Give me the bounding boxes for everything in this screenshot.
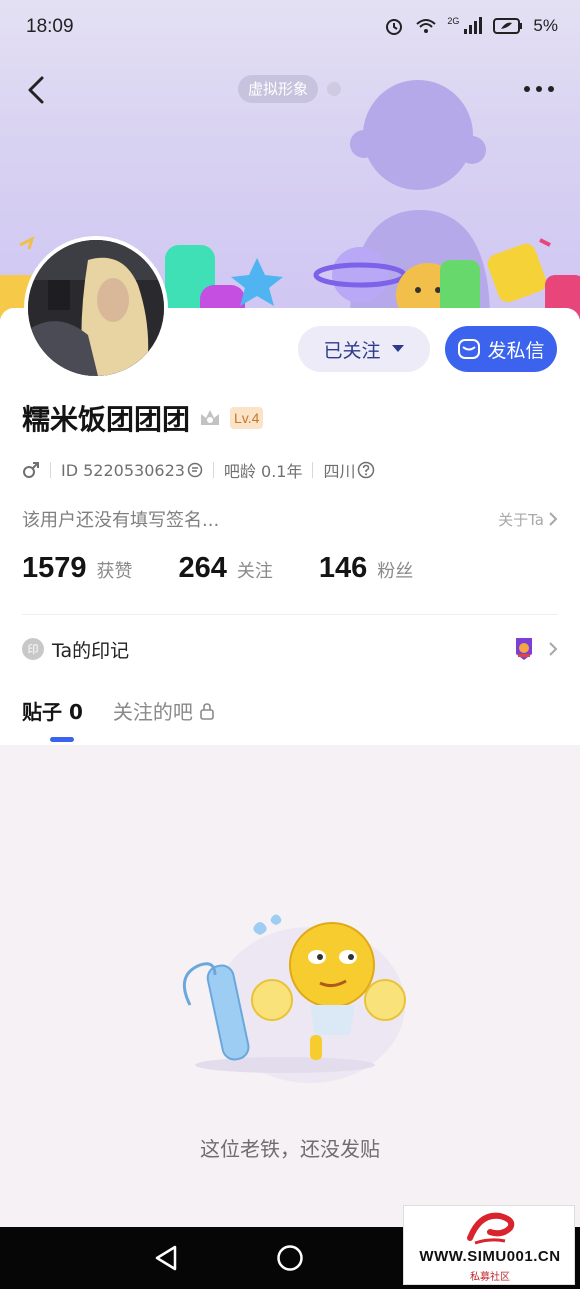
stat-likes[interactable]: 1579 获赞: [22, 552, 133, 585]
chevron-right-icon: [549, 642, 558, 656]
virtual-avatar-tag[interactable]: 虚拟形象: [238, 75, 319, 103]
stat-label: 获赞: [96, 561, 133, 582]
stat-label: 关注: [236, 561, 273, 582]
back-arrow-icon[interactable]: [22, 72, 54, 108]
username: 糯米饭团团团: [22, 403, 191, 436]
meta-divider: [212, 462, 214, 478]
watermark-url: WWW.SIMU001.CN: [419, 1248, 561, 1265]
caret-down-icon: [391, 345, 404, 352]
stat-value: 264: [178, 552, 227, 584]
user-location: 四川: [323, 462, 356, 481]
send-message-label: 发私信: [487, 339, 545, 362]
wifi-icon: [416, 19, 437, 33]
status-time: 18:09: [26, 16, 74, 37]
copy-id-icon[interactable]: [187, 462, 203, 478]
meta-divider: [312, 462, 314, 478]
about-link[interactable]: 关于Ta: [498, 509, 558, 530]
more-options-icon[interactable]: [522, 78, 556, 100]
message-icon: [458, 339, 481, 359]
content-tabs: 贴子 0 关注的吧: [22, 696, 215, 725]
stat-followers[interactable]: 146 粉丝: [319, 552, 413, 585]
signature-text: 该用户还没有填写签名...: [22, 510, 220, 531]
chevron-right-icon: [549, 512, 558, 526]
avatar-photo: [28, 240, 164, 376]
imprint-row[interactable]: 印 Ta的印记: [22, 632, 558, 666]
followed-label: 已关注: [323, 339, 381, 362]
imprint-title: Ta的印记: [52, 639, 130, 662]
signature-row: 该用户还没有填写签名... 关于Ta: [22, 506, 558, 532]
crown-badge-icon[interactable]: [198, 407, 222, 429]
empty-state-text: 这位老铁，还没发贴: [200, 1137, 380, 1161]
battery-level: 5%: [533, 16, 558, 35]
stat-label: 粉丝: [377, 561, 414, 582]
level-badge[interactable]: Lv.4: [230, 407, 264, 429]
alarm-icon: [386, 19, 403, 35]
imprint-icon: 印: [22, 638, 44, 660]
empty-state-illustration: [182, 914, 406, 1083]
followed-button[interactable]: 已关注: [298, 326, 430, 372]
nav-back-icon[interactable]: [153, 1244, 179, 1272]
tab-posts[interactable]: 贴子 0: [22, 696, 83, 725]
male-gender-icon: [23, 462, 39, 478]
help-icon[interactable]: [357, 461, 375, 479]
meta-divider: [50, 462, 51, 478]
avatar[interactable]: [24, 236, 168, 380]
stat-value: 1579: [22, 552, 87, 584]
virtual-avatar-dot: [327, 82, 341, 96]
watermark-logo: WWW.SIMU001.CN 私募社区: [403, 1205, 575, 1285]
account-age: 吧龄 0.1年: [223, 462, 303, 481]
username-row: 糯米饭团团团 Lv.4: [22, 398, 264, 438]
status-bar: 18:09 2G 5%: [0, 0, 580, 56]
tab-followed-bars-label: 关注的吧: [112, 700, 193, 724]
nav-home-icon[interactable]: [276, 1244, 304, 1272]
imprint-medal-icon: [516, 638, 532, 660]
battery-icon: [493, 18, 523, 34]
stat-following[interactable]: 264 关注: [179, 552, 273, 585]
active-tab-indicator: [50, 737, 74, 742]
user-id: ID 5220530623: [61, 460, 185, 480]
watermark-subtitle: 私募社区: [470, 1272, 510, 1283]
tab-followed-bars[interactable]: 关注的吧: [113, 696, 215, 725]
send-message-button[interactable]: 发私信: [445, 326, 557, 372]
section-divider: [22, 614, 558, 615]
stats-row: 1579 获赞 264 关注 146 粉丝: [22, 552, 459, 585]
posts-content-area: 这位老铁，还没发贴: [0, 745, 580, 1227]
about-label: 关于Ta: [498, 510, 544, 529]
watermark-emblem-icon: [467, 1212, 515, 1245]
network-type: 2G: [447, 16, 460, 26]
profile-meta-row: ID 5220530623 吧龄 0.1年 四川: [22, 458, 375, 482]
signal-icon: [464, 17, 483, 34]
lock-icon: [200, 702, 214, 720]
stat-value: 146: [318, 552, 368, 584]
